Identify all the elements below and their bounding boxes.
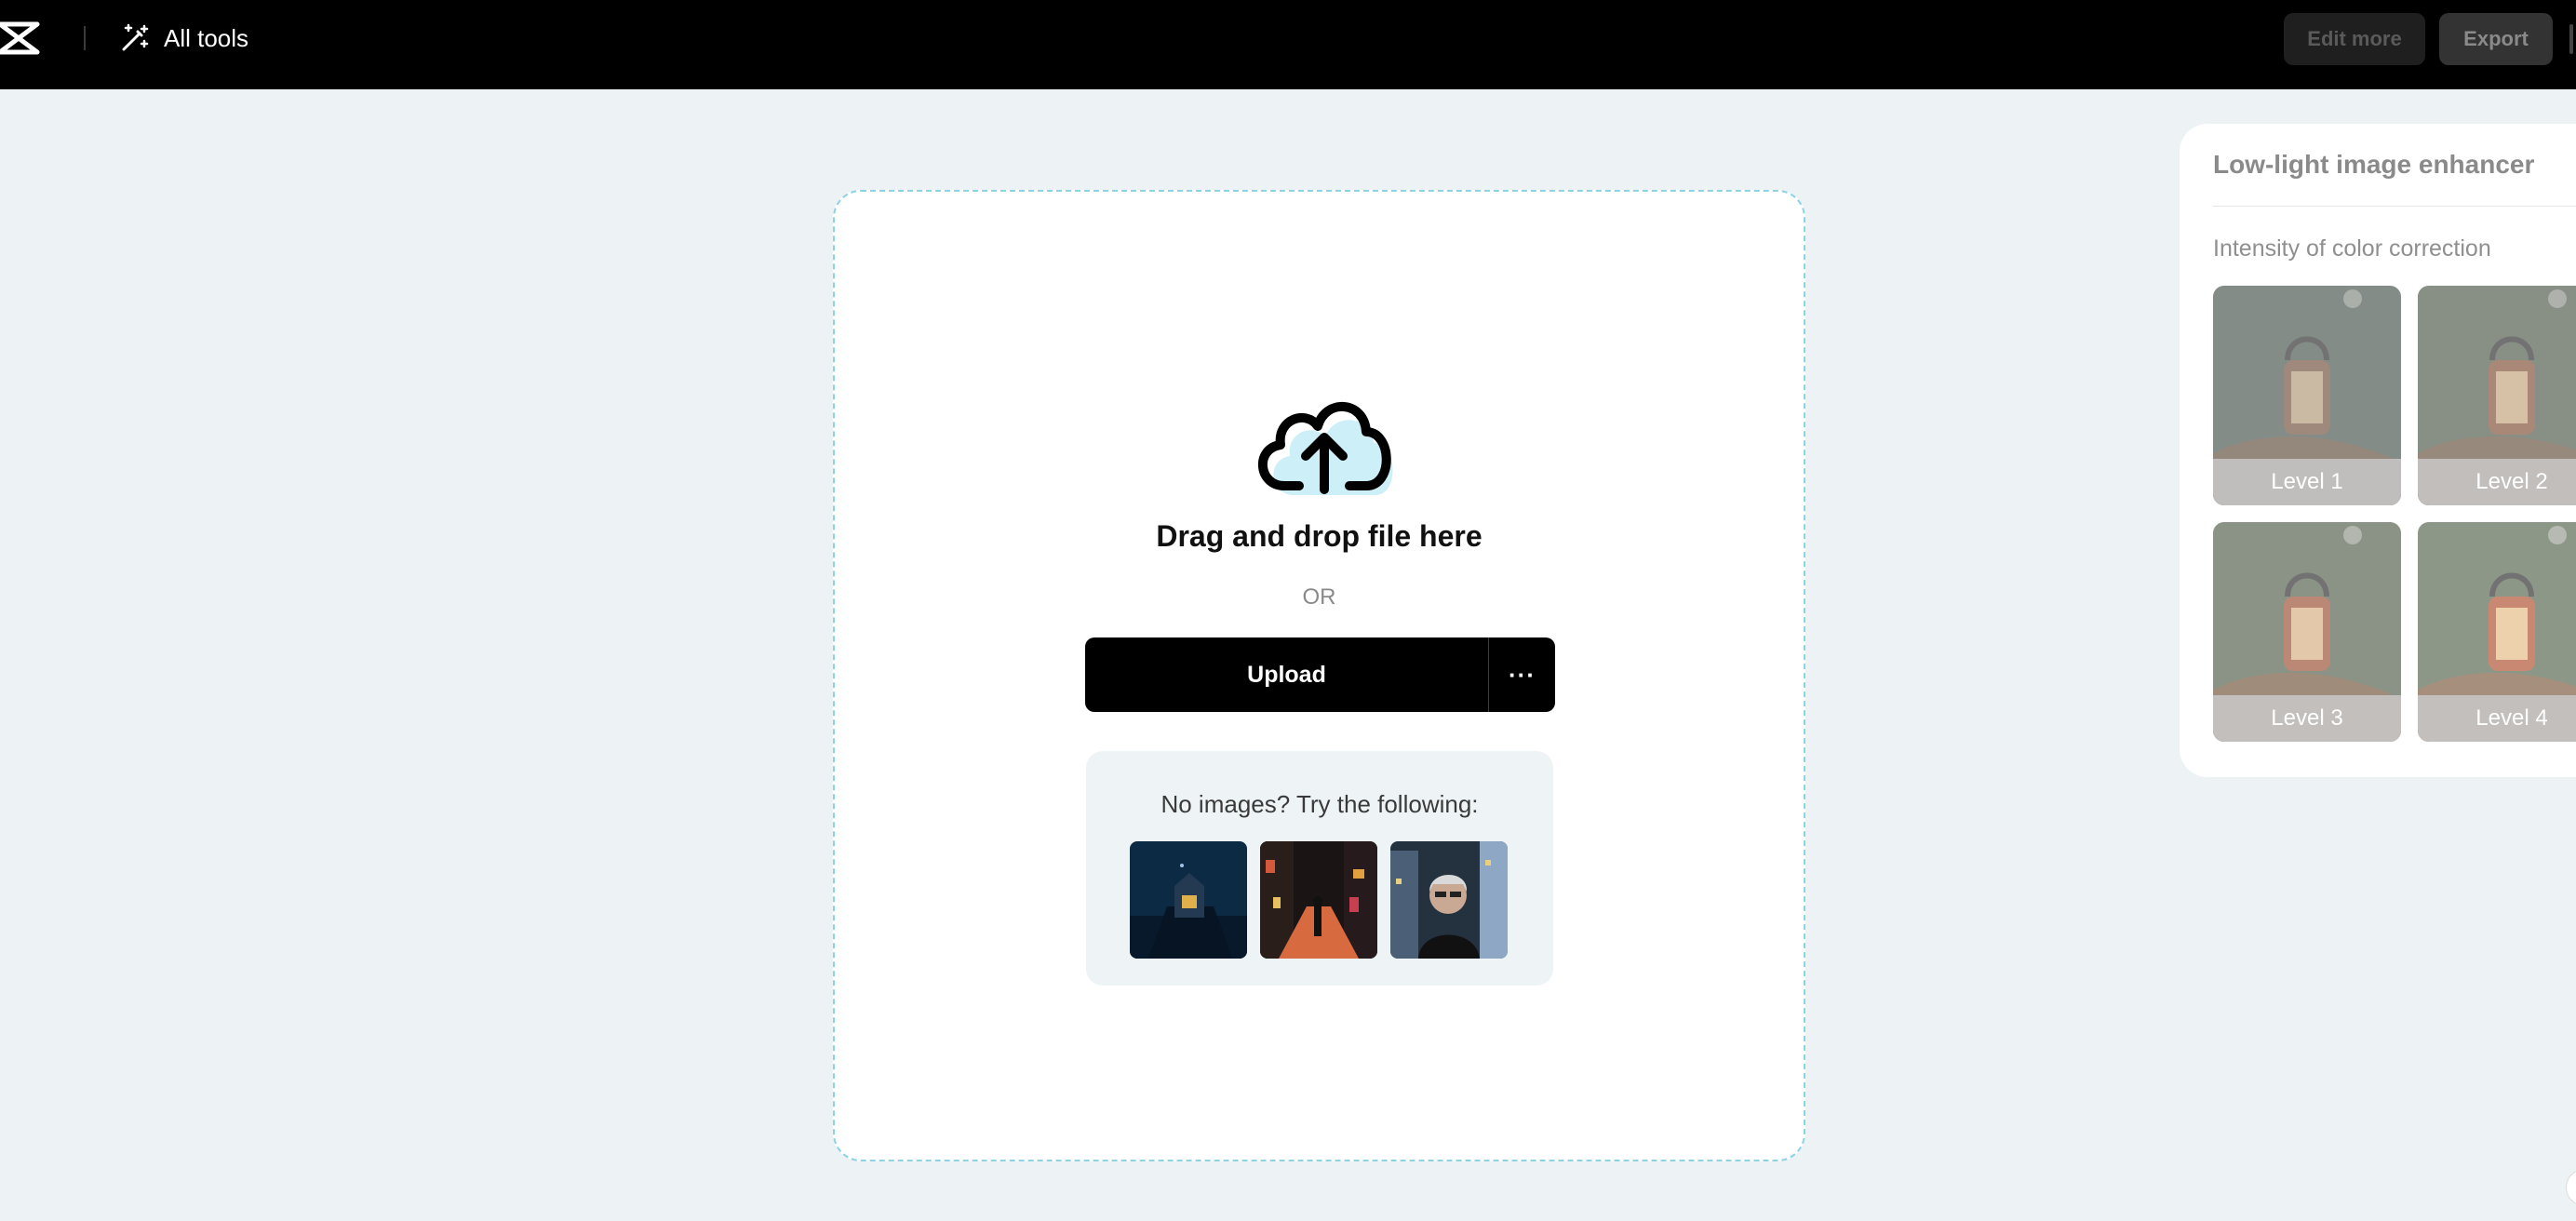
panel-subtitle: Intensity of color correction [2213,235,2491,262]
topbar-edge-control[interactable] [2569,24,2573,54]
edit-more-button[interactable]: Edit more [2284,13,2425,65]
export-button[interactable]: Export [2439,13,2553,65]
drag-drop-title: Drag and drop file here [1156,519,1483,553]
sample-images-label: No images? Try the following: [1161,790,1479,818]
magic-wand-icon [122,23,149,51]
level-3-option[interactable]: Level 3 [2213,522,2401,742]
level-label: Level 2 [2418,459,2576,505]
top-bar: All tools Edit more Export [0,0,2576,89]
level-1-option[interactable]: Level 1 [2213,286,2401,505]
floating-help-button[interactable] [2566,1169,2576,1206]
topbar-divider [84,26,86,50]
sample-image-city-alley[interactable] [1260,841,1377,959]
sample-thumbnail-image [1130,841,1247,959]
level-4-option[interactable]: Level 4 [2418,522,2576,742]
capcut-logo-icon[interactable] [0,20,43,56]
sample-images-panel: No images? Try the following: [1086,751,1553,986]
sample-thumbnail-image [1390,841,1508,959]
upload-button-group: Upload ··· [1085,637,1555,712]
more-options-button[interactable]: ··· [1489,637,1555,712]
cloud-upload-icon [1258,401,1393,495]
sample-thumbnail-image [1260,841,1377,959]
or-separator: OR [1302,584,1336,610]
level-2-option[interactable]: Level 2 [2418,286,2576,505]
panel-divider [2213,206,2576,207]
level-label: Level 1 [2213,459,2401,505]
all-tools-label: All tools [164,23,249,52]
level-label: Level 3 [2213,695,2401,742]
all-tools-button[interactable]: All tools [119,20,248,56]
panel-title: Low-light image enhancer [2213,150,2535,179]
sample-image-night-cabin[interactable] [1130,841,1247,959]
upload-dropzone[interactable]: Drag and drop file here OR Upload ··· No… [833,190,1805,1161]
upload-button[interactable]: Upload [1085,637,1488,712]
enhancer-panel: Low-light image enhancer Intensity of co… [2180,124,2576,777]
level-label: Level 4 [2418,695,2576,742]
sample-image-portrait[interactable] [1390,841,1508,959]
